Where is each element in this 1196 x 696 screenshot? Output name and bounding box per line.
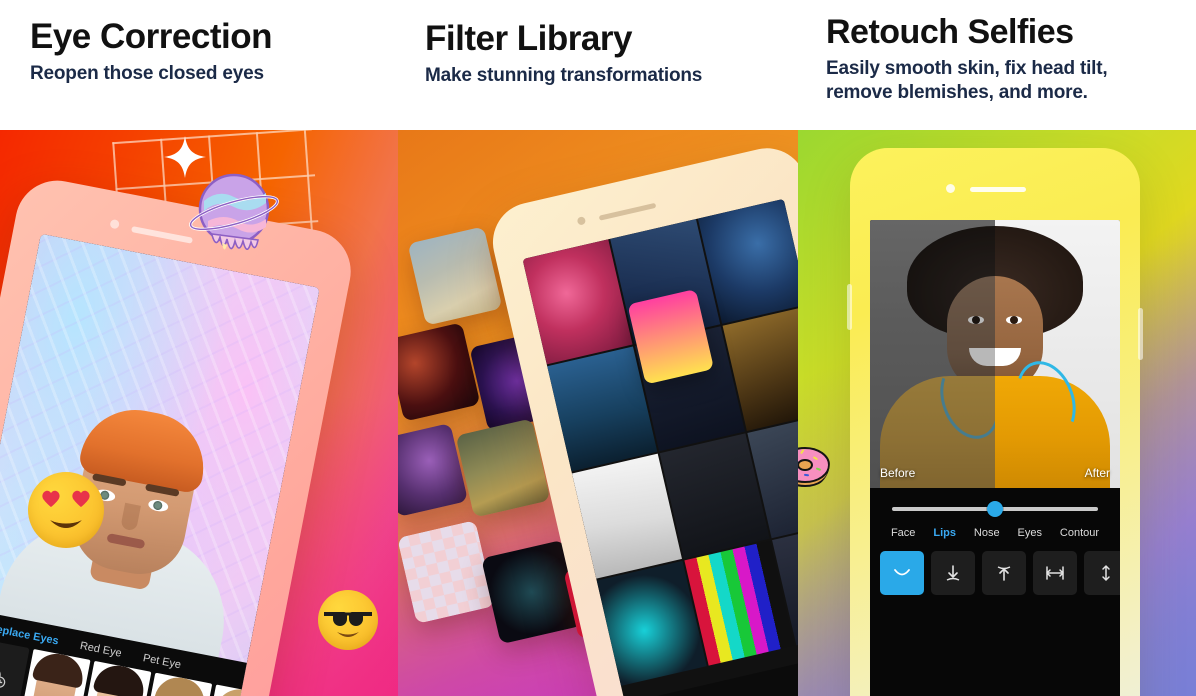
add-face-icon	[0, 666, 6, 688]
tab-red-eye[interactable]: Red Eye	[79, 640, 123, 660]
tab-eyes[interactable]: Eyes	[1018, 527, 1042, 539]
panel-retouch-selfies: Retouch Selfies Easily smooth skin, fix …	[798, 0, 1196, 696]
lip-tool-list: Smile Lower Lip	[870, 547, 1120, 595]
eye-right	[1006, 316, 1022, 324]
arrow-down-icon	[946, 565, 960, 581]
phone-mockup-3: Before After Face Lips Nose Eyes Contour	[847, 148, 1143, 696]
eye-left	[968, 316, 984, 324]
page-subtitle: Make stunning transformations	[425, 64, 703, 86]
preset-face	[30, 649, 87, 696]
speaker-bar	[130, 226, 193, 244]
preset-face	[212, 685, 270, 696]
panel-2-artwork: STAND BY	[398, 130, 798, 696]
intensity-slider[interactable]	[892, 501, 1098, 517]
tab-face[interactable]: Face	[891, 527, 915, 539]
panel-3-header: Retouch Selfies Easily smooth skin, fix …	[798, 0, 1196, 130]
retouch-category-tabs: Face Lips Nose Eyes Contour	[870, 516, 1120, 547]
panel-1-header: Eye Correction Reopen those closed eyes	[0, 0, 398, 130]
panel-filter-library: Filter Library Make stunning transformat…	[398, 0, 798, 696]
power-button[interactable]	[1138, 308, 1143, 360]
before-after-photo: Before After	[870, 220, 1120, 488]
preset-face	[91, 661, 148, 696]
heart-eyes-emoji	[28, 472, 104, 548]
retouch-editor-panel: Face Lips Nose Eyes Contour Smile	[870, 488, 1120, 696]
page-title: Filter Library	[425, 19, 632, 58]
phone-1-screen: Replace Eyes Red Eye Pet Eye	[0, 233, 320, 696]
sunglasses-emoji	[318, 590, 378, 650]
tab-lips[interactable]: Lips	[933, 527, 956, 539]
width-arrows-icon	[1045, 566, 1065, 580]
volume-button[interactable]	[847, 284, 852, 330]
promo-board: Eye Correction Reopen those closed eyes	[0, 0, 1196, 696]
camera-dot-icon	[576, 216, 587, 226]
panel-1-artwork: Replace Eyes Red Eye Pet Eye	[0, 130, 398, 696]
panel-eye-correction: Eye Correction Reopen those closed eyes	[0, 0, 398, 696]
before-label: Before	[880, 466, 916, 480]
page-title: Retouch Selfies	[826, 13, 1074, 51]
tool-lower-lip[interactable]: Lower Lip	[931, 551, 975, 595]
tab-nose[interactable]: Nose	[974, 527, 1000, 539]
height-icon	[1102, 564, 1110, 582]
camera-dot-icon	[109, 218, 120, 230]
page-subtitle: Easily smooth skin, fix head tilt, remov…	[826, 57, 1108, 104]
tab-contour[interactable]: Contour	[1060, 527, 1099, 539]
smile-curve-icon	[894, 569, 910, 576]
before-half	[870, 220, 995, 488]
camera-dot-icon	[946, 184, 955, 193]
tab-pet-eye[interactable]: Pet Eye	[142, 652, 182, 671]
tool-width[interactable]: Width	[1033, 551, 1077, 595]
page-title: Eye Correction	[30, 17, 272, 56]
phone-3-screen: Before After Face Lips Nose Eyes Contour	[870, 220, 1120, 696]
speaker-bar	[598, 202, 657, 221]
panel-3-artwork: Before After Face Lips Nose Eyes Contour	[798, 130, 1196, 696]
panel-2-header: Filter Library Make stunning transformat…	[398, 0, 798, 130]
arrow-up-icon	[997, 566, 1011, 581]
speaker-bar	[970, 187, 1026, 192]
tool-smile[interactable]: Smile	[880, 551, 924, 595]
slider-knob[interactable]	[986, 501, 1003, 517]
tool-height[interactable]: H	[1084, 551, 1120, 595]
tool-upper-lip[interactable]: Upper Lip	[982, 551, 1026, 595]
after-half	[995, 220, 1120, 488]
planet-sticker	[189, 173, 279, 251]
preset-face	[151, 673, 209, 696]
after-label: After	[1084, 466, 1110, 480]
page-subtitle: Reopen those closed eyes	[30, 62, 264, 84]
